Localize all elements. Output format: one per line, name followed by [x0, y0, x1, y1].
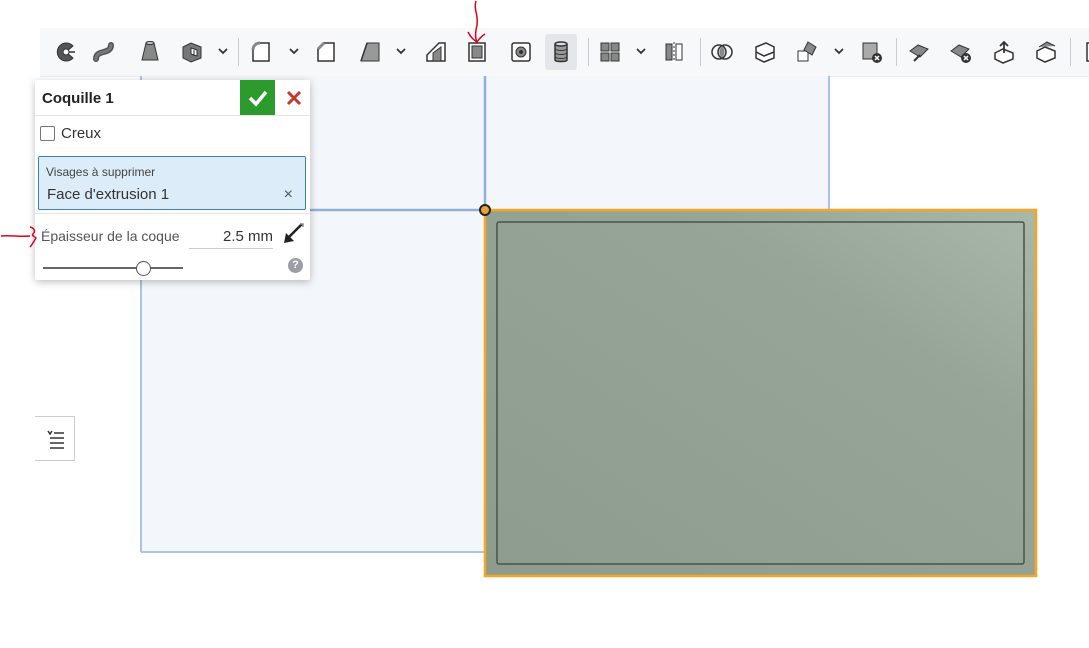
- loft-icon: [141, 41, 159, 61]
- mirror-tool[interactable]: [658, 34, 690, 70]
- fillet-icon: [251, 41, 270, 62]
- thicken-icon: [182, 42, 202, 63]
- close-icon: [286, 90, 302, 105]
- shell-feature-dialog: Coquille 1 Creux Visages à supprimer Fac…: [35, 80, 310, 280]
- replace-face-icon: [1036, 41, 1056, 63]
- hollow-label: Creux: [61, 125, 102, 142]
- chevron-down-icon[interactable]: [216, 44, 230, 58]
- thickness-slider-thumb[interactable]: [136, 261, 152, 276]
- annotation-arrow-right: [0, 226, 37, 248]
- revolve-icon: [56, 42, 75, 62]
- cancel-button[interactable]: [279, 80, 309, 115]
- checkmark-icon: [248, 90, 267, 107]
- faces-field-label: Visages à supprimer: [46, 165, 156, 179]
- loft-tool[interactable]: [134, 34, 166, 70]
- rib-tool[interactable]: [420, 34, 452, 70]
- origin-point[interactable]: [479, 204, 491, 216]
- revolve-tool[interactable]: [50, 34, 82, 70]
- thread-icon: [554, 41, 568, 63]
- toolbar-divider: [1070, 38, 1071, 66]
- list-icon: [46, 430, 64, 449]
- boolean-tool[interactable]: [706, 34, 738, 70]
- faces-to-remove-field[interactable]: Visages à supprimer Face d'extrusion 1 ×: [38, 156, 306, 210]
- delete-face-tool[interactable]: [945, 34, 977, 70]
- thread-tool[interactable]: [545, 34, 577, 70]
- selected-face-chip[interactable]: Face d'extrusion 1: [47, 186, 169, 203]
- chevron-down-icon[interactable]: [832, 44, 846, 58]
- move-face-icon: [994, 40, 1014, 64]
- fillet-tool[interactable]: [245, 34, 277, 70]
- feature-toolbar: [40, 28, 1089, 77]
- dialog-divider: [35, 115, 310, 116]
- dialog-divider: [35, 213, 310, 214]
- hollow-checkbox[interactable]: [40, 126, 55, 141]
- flip-direction-icon[interactable]: [280, 221, 306, 247]
- rib-icon: [426, 42, 446, 62]
- chevron-down-icon[interactable]: [634, 44, 648, 58]
- chamfer-tool[interactable]: [310, 34, 342, 70]
- feature-list-toggle[interactable]: [35, 416, 75, 461]
- overflow-tool[interactable]: [1076, 34, 1089, 70]
- modify-fillet-tool[interactable]: [903, 34, 935, 70]
- delete-part-icon: [862, 42, 882, 63]
- dialog-title: Coquille 1: [42, 90, 114, 107]
- draft-tool[interactable]: [354, 34, 386, 70]
- transform-icon: [797, 41, 817, 62]
- thickness-slider-track[interactable]: [43, 267, 183, 269]
- clear-selection-button[interactable]: ×: [284, 186, 293, 204]
- hole-icon: [511, 42, 531, 62]
- hollow-option[interactable]: Creux: [40, 125, 101, 142]
- thickness-label: Épaisseur de la coque: [41, 228, 180, 244]
- mirror-icon: [665, 42, 683, 62]
- confirm-button[interactable]: [240, 80, 275, 115]
- pattern-icon: [600, 42, 620, 62]
- delete-part-tool[interactable]: [856, 34, 888, 70]
- hole-tool[interactable]: [505, 34, 537, 70]
- chamfer-icon: [316, 41, 335, 62]
- transform-tool[interactable]: [791, 34, 823, 70]
- draft-icon: [360, 42, 380, 62]
- annotation-arrow-down: [467, 0, 486, 44]
- sweep-icon: [93, 42, 114, 62]
- delete-face-icon: [950, 44, 971, 63]
- pattern-tool[interactable]: [594, 34, 626, 70]
- split-icon: [755, 42, 775, 63]
- toolbar-divider: [896, 38, 897, 66]
- chevron-down-icon[interactable]: [287, 44, 301, 58]
- modify-fillet-icon: [909, 44, 929, 62]
- thicken-tool[interactable]: [176, 34, 208, 70]
- toolbar-divider: [238, 38, 239, 66]
- split-tool[interactable]: [749, 34, 781, 70]
- sweep-tool[interactable]: [88, 34, 120, 70]
- help-icon[interactable]: ?: [288, 258, 303, 273]
- sketch-plane-icon: [1086, 42, 1089, 62]
- thickness-input[interactable]: 2.5 mm: [189, 226, 273, 249]
- toolbar-divider: [588, 38, 589, 66]
- shelled-part-face[interactable]: [483, 208, 1038, 578]
- boolean-icon: [711, 44, 733, 60]
- toolbar-divider: [700, 38, 701, 66]
- move-face-tool[interactable]: [988, 34, 1020, 70]
- chevron-down-icon[interactable]: [394, 44, 408, 58]
- replace-face-tool[interactable]: [1030, 34, 1062, 70]
